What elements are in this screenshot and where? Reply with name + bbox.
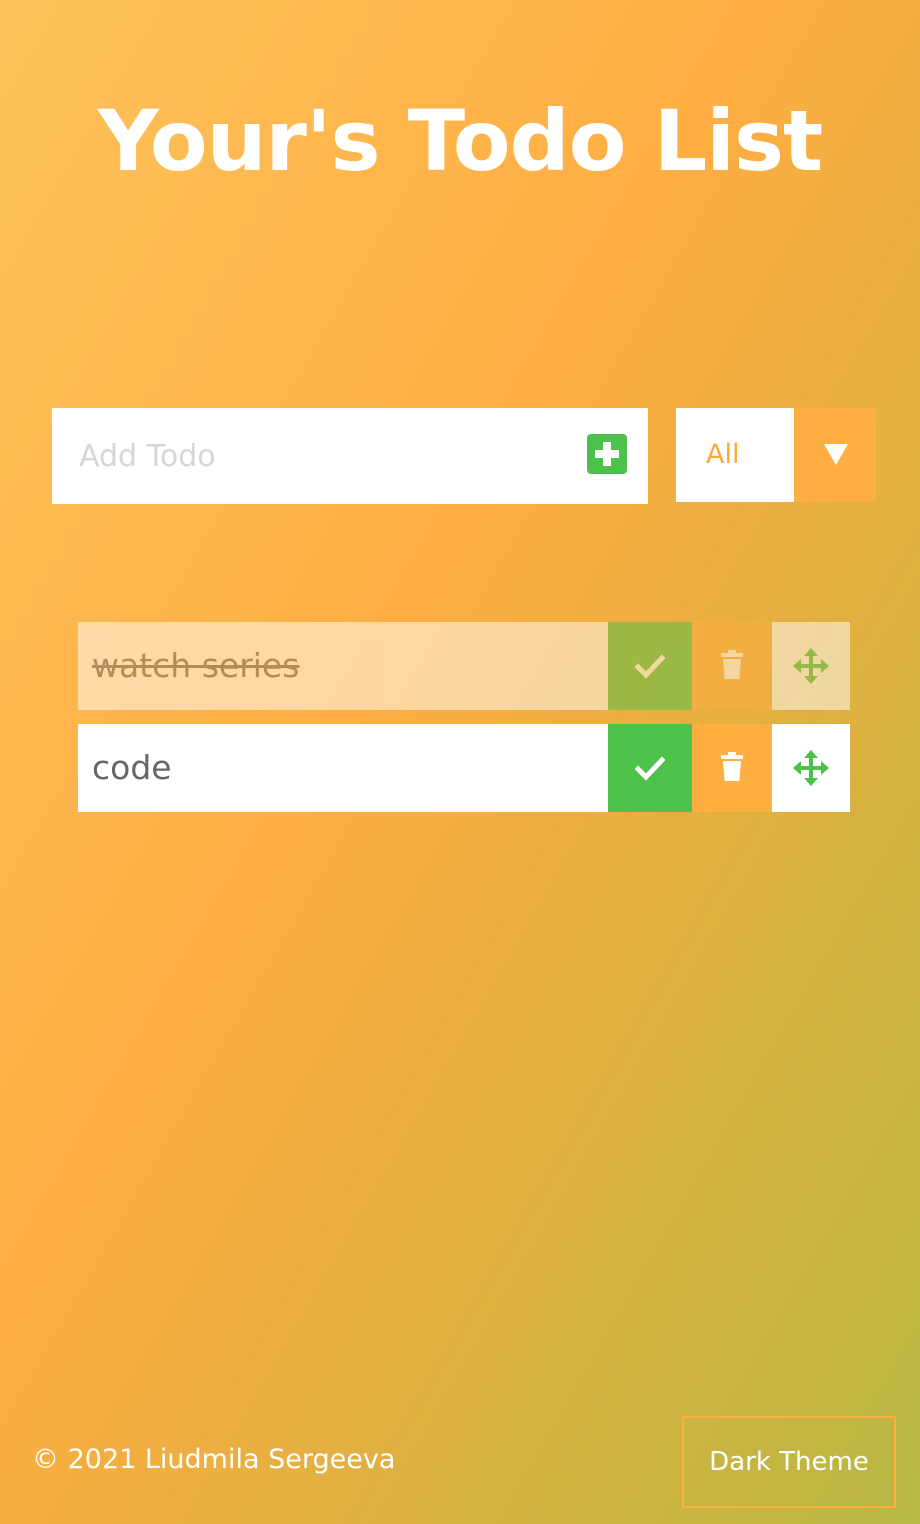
add-todo-form [52,408,648,504]
delete-button[interactable] [692,724,772,812]
caret-down-icon [824,444,848,465]
delete-button[interactable] [692,622,772,710]
filter-selected-value: All [706,439,740,470]
add-todo-button[interactable] [587,434,627,474]
drag-handle[interactable] [772,622,850,710]
add-todo-input[interactable] [52,408,572,504]
todo-item: watch series [78,622,850,710]
trash-icon [721,650,743,679]
todo-text: code [78,724,608,812]
move-arrows-icon [793,648,829,684]
trash-icon [721,752,743,781]
todo-item: code [78,724,850,812]
drag-handle[interactable] [772,724,850,812]
check-icon [635,654,665,679]
check-icon [635,756,665,781]
filter-dropdown-button[interactable] [794,408,876,502]
move-arrows-icon [793,750,829,786]
copyright-text: © 2021 Liudmila Sergeeva [32,1444,396,1475]
filter-select[interactable]: All [676,408,876,502]
complete-button[interactable] [608,724,692,812]
page-title: Your's Todo List [97,92,823,190]
dark-theme-button[interactable]: Dark Theme [682,1416,896,1508]
complete-button[interactable] [608,622,692,710]
todo-text: watch series [78,622,608,710]
